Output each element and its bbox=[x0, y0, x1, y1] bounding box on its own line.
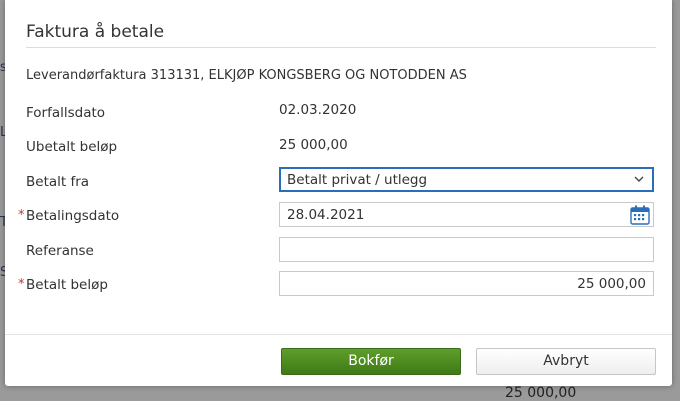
paid-amount-label: Betalt beløp bbox=[26, 277, 108, 293]
cancel-button[interactable]: Avbryt bbox=[476, 348, 656, 375]
due-date-label: Forfallsdato bbox=[26, 105, 106, 121]
paid-from-select[interactable]: Betalt privat / utlegg bbox=[279, 167, 654, 192]
footer-divider bbox=[5, 334, 672, 335]
paid-amount-input[interactable]: 25 000,00 bbox=[279, 271, 654, 296]
calendar-icon[interactable] bbox=[629, 204, 651, 226]
required-marker: * bbox=[18, 277, 25, 292]
title-divider bbox=[26, 47, 656, 48]
dialog-title: Faktura å betale bbox=[26, 22, 165, 42]
unpaid-amount-label: Ubetalt beløp bbox=[26, 139, 118, 155]
required-marker: * bbox=[18, 208, 25, 223]
unpaid-amount-value: 25 000,00 bbox=[279, 137, 348, 153]
paid-amount-value: 25 000,00 bbox=[577, 276, 646, 292]
background-amount: 25 000,00 bbox=[505, 385, 577, 401]
invoice-payment-dialog: Faktura å betale Leverandørfaktura 31313… bbox=[5, 0, 672, 386]
payment-date-input[interactable]: 28.04.2021 bbox=[279, 202, 654, 227]
dialog-subtitle: Leverandørfaktura 313131, ELKJØP KONGSBE… bbox=[26, 68, 467, 83]
paid-from-selected-value: Betalt privat / utlegg bbox=[287, 172, 428, 188]
chevron-down-icon bbox=[634, 176, 644, 182]
payment-date-label: Betalingsdato bbox=[26, 208, 120, 224]
reference-label: Referanse bbox=[26, 243, 94, 259]
due-date-value: 02.03.2020 bbox=[279, 102, 357, 118]
payment-date-value: 28.04.2021 bbox=[287, 207, 365, 223]
paid-from-label: Betalt fra bbox=[26, 174, 90, 190]
post-button[interactable]: Bokfør bbox=[281, 348, 461, 375]
reference-input[interactable] bbox=[279, 237, 654, 262]
